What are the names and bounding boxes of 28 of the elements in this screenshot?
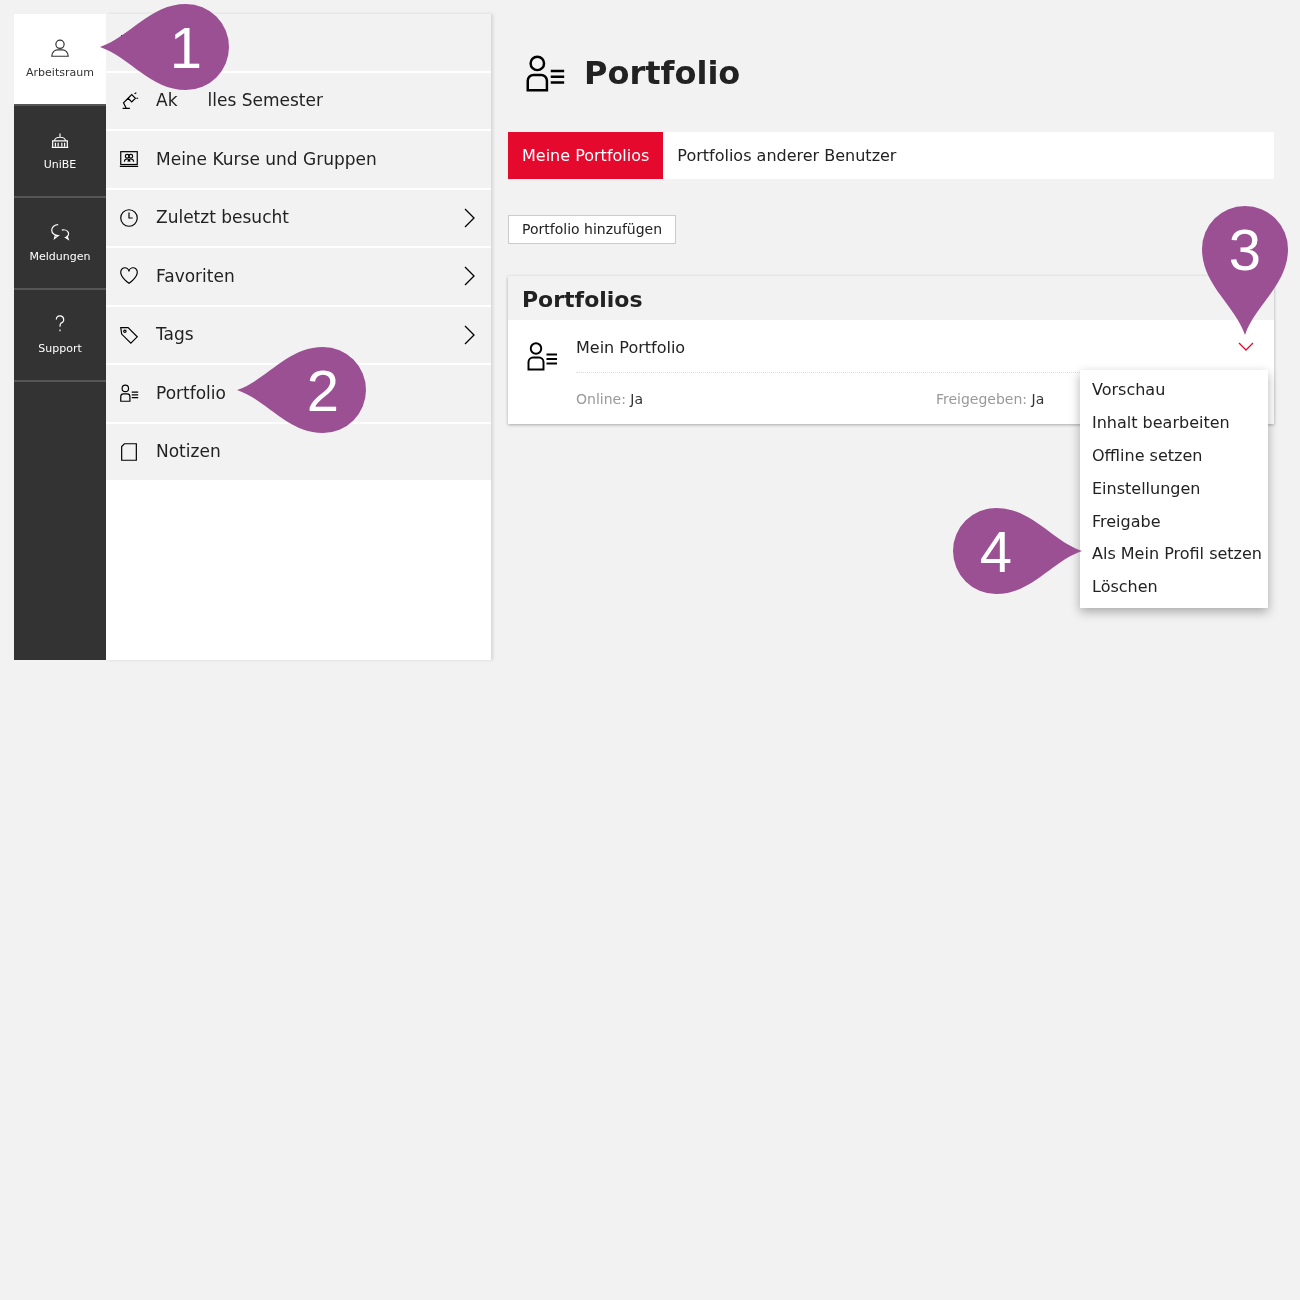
- note-icon: [118, 440, 140, 463]
- menu-item-label[interactable]: Tags: [156, 322, 194, 348]
- dropdown-item[interactable]: Freigabe: [1080, 505, 1268, 538]
- callout-tooltip: 4: [952, 506, 1082, 596]
- callout-tooltip: 3: [1200, 205, 1290, 335]
- callout-tooltip: 1: [100, 2, 230, 92]
- portfolio-icon: [118, 382, 140, 405]
- dropdown-item[interactable]: Als Mein Profil setzen: [1080, 538, 1268, 571]
- menu-item-label[interactable]: Notizen: [156, 439, 221, 465]
- add-portfolio-button[interactable]: Portfolio hinzufügen: [508, 215, 677, 244]
- status-field: Freigegeben: Ja: [936, 389, 1045, 410]
- dropdown-item[interactable]: Inhalt bearbeiten: [1080, 406, 1268, 440]
- dropdown-item[interactable]: Vorschau: [1080, 374, 1268, 407]
- page-title: Portfolio: [584, 53, 741, 94]
- callout-tooltip: 2: [237, 345, 367, 435]
- menu-item-label[interactable]: Zuletzt besucht: [156, 205, 289, 231]
- dropdown-item[interactable]: Einstellungen: [1080, 472, 1268, 506]
- dropdown-item[interactable]: Offline setzen: [1080, 439, 1268, 473]
- portfolio-name[interactable]: Mein Portfolio: [576, 336, 686, 372]
- tab[interactable]: Meine Portfolios: [508, 132, 664, 179]
- menu-item-label[interactable]: Favoriten: [156, 263, 235, 289]
- clock-icon: [118, 206, 140, 229]
- caret-down-icon: [1238, 342, 1254, 352]
- panel-title: Portfolios: [521, 286, 644, 314]
- nav-rail-item[interactable]: Arbeitsraum: [14, 14, 106, 106]
- status-field: Online: Ja: [576, 389, 936, 410]
- dropdown-item[interactable]: Löschen: [1080, 570, 1268, 604]
- menu-item-label[interactable]: Portfolio: [156, 380, 226, 406]
